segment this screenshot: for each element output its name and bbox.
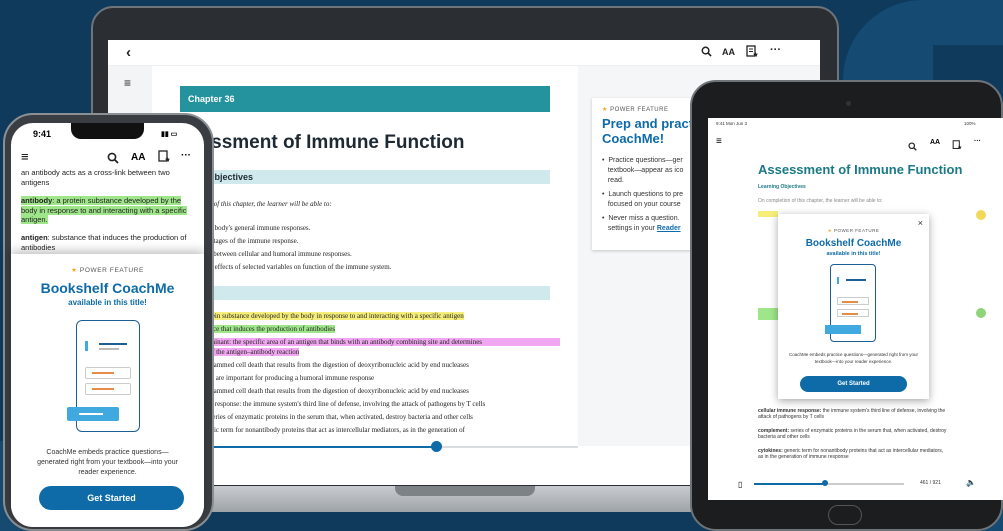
close-icon[interactable]: × [918,218,923,228]
phone-time: 9:41 [33,129,52,139]
coachme-illustration [825,264,876,342]
audio-icon[interactable]: 🔈 [966,478,976,487]
note-icon[interactable] [976,308,986,318]
search-icon[interactable] [908,138,917,156]
coachme-icon[interactable] [952,137,962,155]
home-button[interactable] [828,505,862,525]
star-icon: ★ [71,267,78,274]
tablet-camera [846,101,851,106]
coachme-illustration [67,320,140,432]
highlight-marker [758,308,778,320]
page-title: Assessment of Immune Function [758,162,963,177]
glossary-term: complement: series of enzymatic proteins… [758,428,947,440]
reader-settings-link[interactable]: Reader [657,225,681,232]
progress-fill [754,483,824,485]
star-icon: ★ [602,107,608,113]
search-icon[interactable] [107,151,119,169]
glossary-term: ment: series of enzymatic proteins in th… [192,413,473,421]
power-feature-label: ★ POWER FEATURE [827,228,880,233]
modal-description: CoachMe embeds practice questions—genera… [788,352,919,364]
bookmark-icon[interactable]: ▯ [738,480,742,489]
glossary-term: antigen: substance that induces the prod… [21,233,187,252]
promo-bullet: • Never miss a question. settings in you… [602,215,681,232]
menu-icon[interactable]: ≡ [716,136,722,147]
objectives-intro: letion of this chapter, the learner will… [196,200,332,208]
note-icon[interactable] [976,210,986,220]
tablet-status: 9:41 Mon Jun 3 [716,121,748,126]
glossary-term: s: programmed cell death that results fr… [192,387,469,395]
page-counter: 461 / 921 [920,480,941,486]
more-icon[interactable]: ··· [770,44,781,56]
modal-subtitle: available in this title! [68,298,147,307]
phone-notch [71,123,144,139]
get-started-button[interactable]: Get Started [39,486,184,510]
section-heading-objectives: ng Objectives [190,170,550,184]
phone-text-line: an antibody acts as a cross-link between… [21,168,170,177]
star-icon: ★ [827,228,833,233]
reader-toolbar: ‹ AA ··· [108,40,820,66]
battery-level: 100% [964,121,976,126]
progress-handle[interactable] [431,441,442,452]
glossary-term: cytokines: generic term for nonantibody … [758,448,944,460]
modal-description: CoachMe embeds practice questions—genera… [37,449,178,476]
coachme-modal: ★ POWER FEATURE Bookshelf CoachMe availa… [11,254,204,527]
text-size-icon[interactable]: AA [930,139,940,146]
power-feature-label: ★ POWER FEATURE [602,107,669,113]
glossary-term: mmune response: the immune system's thir… [192,400,486,408]
more-icon[interactable]: ··· [181,150,191,161]
phone-text-line: antigens [21,178,50,187]
section-heading-objectives: Learning Objectives [758,184,806,190]
coachme-icon[interactable] [158,150,170,168]
glossary-term: s: programmed cell death that results fr… [192,361,469,369]
search-icon[interactable] [701,46,712,60]
promo-bullet: • Launch questions to pre focused on you… [602,191,684,208]
modal-title: Bookshelf CoachMe [40,280,175,296]
chapter-banner: Chapter 36 [180,86,550,112]
battery-icon: ▮▮ ▭ [161,131,178,138]
coachme-icon[interactable] [746,45,758,61]
highlight-marker [758,211,778,217]
objectives-intro: On completion of this chapter, the learn… [758,198,883,204]
glossary-term: cellular immune response: the immune sys… [758,408,946,420]
promo-heading: Prep and practic CoachMe! [602,116,704,146]
get-started-button[interactable]: Get Started [800,376,907,392]
text-size-icon[interactable]: AA [131,152,145,163]
glossary-term: s: generic term for nonantibody proteins… [192,426,465,434]
promo-bullet: • Practice questions—ger textbook—appear… [602,157,684,184]
laptop-notch [395,486,535,496]
glossary-term-highlighted[interactable]: : determinant: the specific area of an a… [192,338,560,346]
list-icon [85,341,97,351]
back-icon[interactable]: ‹ [126,44,131,61]
menu-icon[interactable]: ≡ [124,76,131,90]
glossary-term: ells that are important for producing a … [192,374,375,382]
page-title: sessment of Immune Function [190,132,465,153]
power-feature-label: ★ POWER FEATURE [71,267,144,274]
glossary-term-highlighted[interactable]: antibody: a protein substance developed … [21,196,196,225]
section-heading-glossary: ory [190,286,550,300]
objective-item: ntiate between cellular and humoral immu… [196,250,352,258]
coachme-modal: × ★ POWER FEATURE Bookshelf CoachMe avai… [778,214,929,399]
modal-subtitle: available in this title! [826,251,881,257]
glossary-term-highlighted[interactable]: : a protein substance developed by the b… [192,312,464,320]
more-icon[interactable]: ··· [974,138,981,145]
text-size-icon[interactable]: AA [722,47,735,57]
progress-handle[interactable] [822,480,828,486]
menu-icon[interactable]: ≡ [21,149,29,164]
objective-item: be the effects of selected variables on … [196,263,392,271]
modal-title: Bookshelf CoachMe [805,238,902,249]
